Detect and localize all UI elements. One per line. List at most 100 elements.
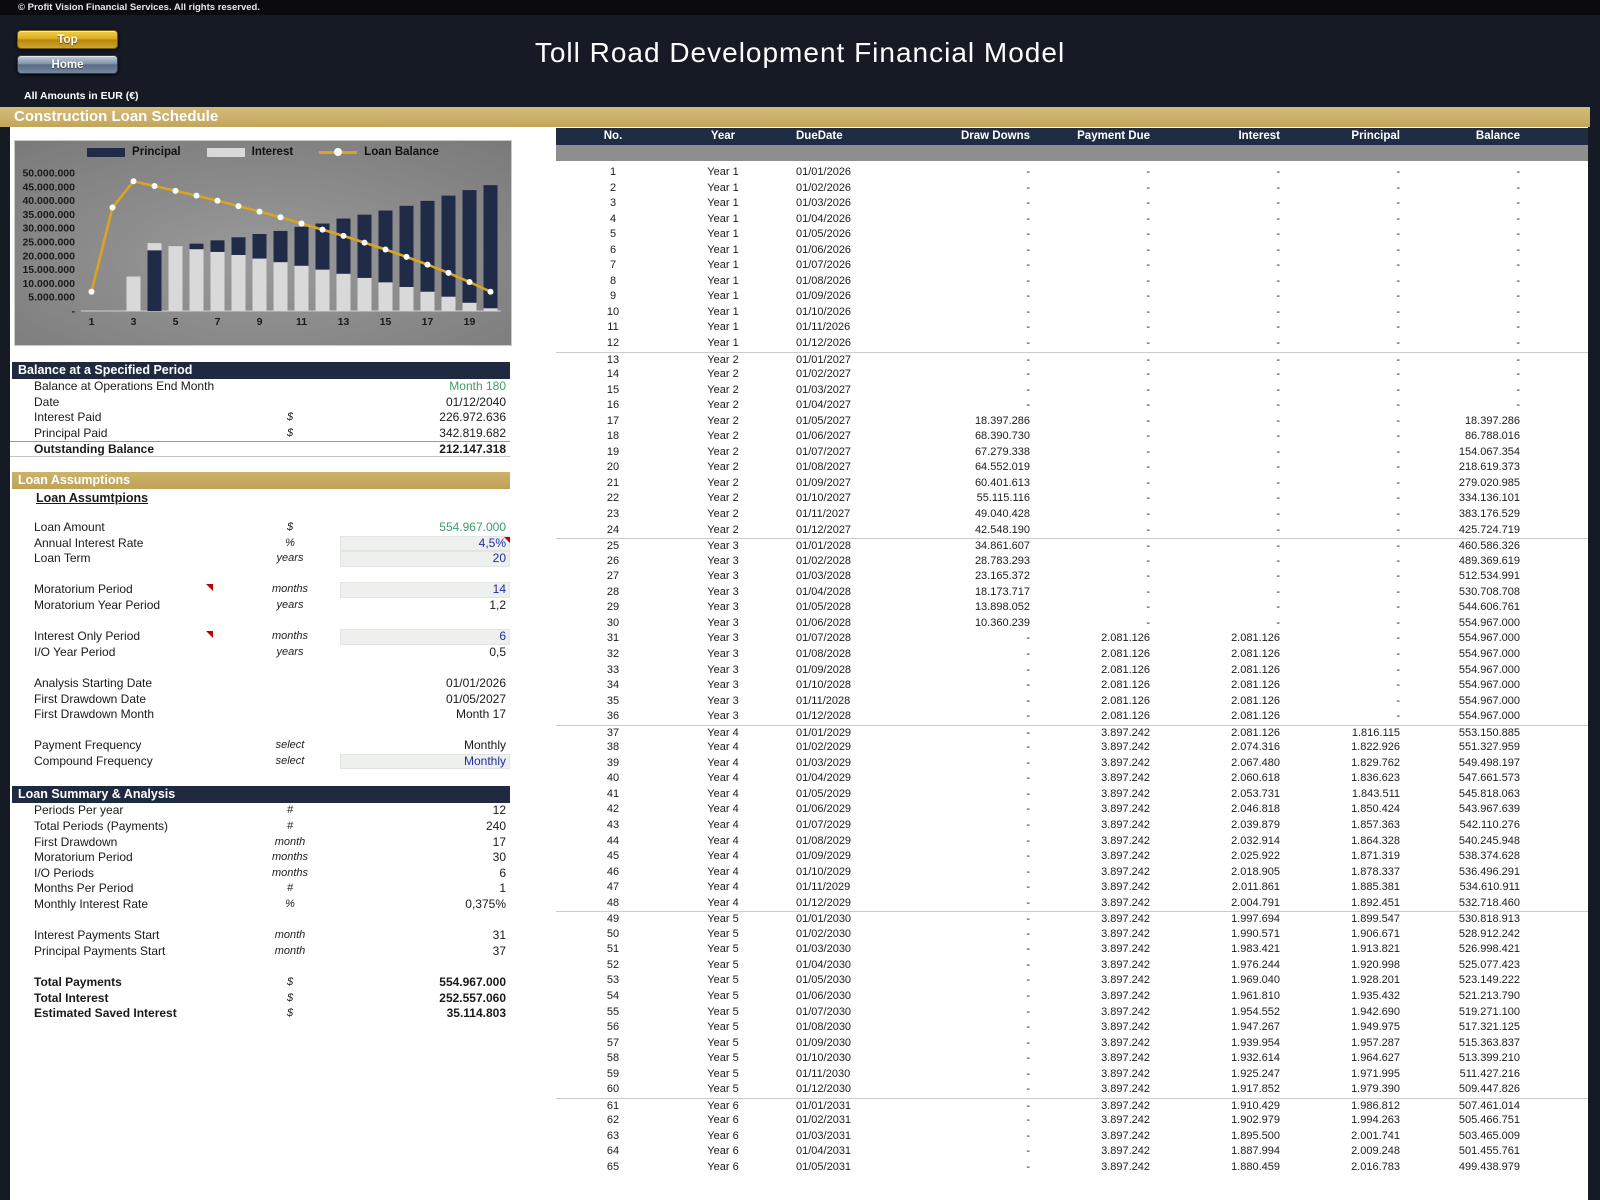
table-cell: Year 6 bbox=[707, 1129, 739, 1142]
table-cell: - bbox=[1396, 508, 1400, 521]
copyright-bar: © Profit Vision Financial Services. All … bbox=[0, 0, 1600, 15]
table-cell: - bbox=[1026, 787, 1030, 800]
table-cell: 01/11/2030 bbox=[796, 1067, 851, 1080]
table-row: 51 Year 5 01/03/2030 - 3.897.242 1.983.421 1.9… bbox=[556, 942, 1588, 958]
field-unit bbox=[240, 379, 340, 395]
comment-marker-icon bbox=[206, 631, 213, 639]
table-cell: 1.932.614 bbox=[1231, 1052, 1280, 1065]
table-row: 3 Year 1 01/03/2026 - - - - - bbox=[556, 196, 1588, 212]
table-cell: 17 bbox=[606, 414, 620, 427]
table-cell: Year 2 bbox=[707, 430, 739, 443]
table-cell: - bbox=[1276, 181, 1280, 194]
table-cell: 63 bbox=[606, 1129, 620, 1142]
table-cell: 01/02/2031 bbox=[796, 1114, 852, 1127]
input-cell[interactable]: 6 bbox=[340, 629, 510, 645]
table-cell: 01/04/2029 bbox=[796, 772, 852, 785]
table-cell: 1.983.421 bbox=[1231, 943, 1280, 956]
table-cell: 1.979.390 bbox=[1351, 1083, 1400, 1096]
table-cell: 10.360.239 bbox=[974, 616, 1030, 629]
table-cell: Year 4 bbox=[707, 865, 739, 878]
field-unit: months bbox=[271, 583, 309, 596]
table-row: 59 Year 5 01/11/2030 - 3.897.242 1.925.247 1.9… bbox=[556, 1067, 1588, 1083]
table-cell: - bbox=[1396, 570, 1400, 583]
field-label: Date bbox=[34, 394, 60, 409]
table-cell: - bbox=[1276, 228, 1280, 241]
table-cell: - bbox=[1146, 181, 1150, 194]
table-row: 48 Year 4 01/12/2029 - 3.897.242 2.004.791 1.8… bbox=[556, 896, 1588, 912]
table-cell: 554.967.000 bbox=[1458, 710, 1520, 723]
table-row: 5 Year 1 01/05/2026 - - - - - bbox=[556, 227, 1588, 243]
table-cell: 2.081.126 bbox=[1231, 710, 1280, 723]
copyright-text: © Profit Vision Financial Services. All … bbox=[18, 2, 260, 13]
table-cell: 01/02/2026 bbox=[796, 181, 852, 194]
table-cell: 01/12/2026 bbox=[796, 337, 852, 350]
field-unit: month bbox=[274, 929, 306, 942]
table-cell: - bbox=[1026, 1083, 1030, 1096]
table-cell: 3.897.242 bbox=[1101, 958, 1150, 971]
table-cell: 01/04/2030 bbox=[796, 958, 852, 971]
value-cell: 554.967.000 bbox=[439, 519, 506, 534]
table-cell: 12 bbox=[606, 337, 620, 350]
value-cell: Month 17 bbox=[455, 707, 506, 722]
table-row: 6 Year 1 01/06/2026 - - - - - bbox=[556, 243, 1588, 259]
table-cell: 530.818.913 bbox=[1458, 913, 1520, 926]
table-cell: Year 4 bbox=[707, 850, 739, 863]
table-cell: 1.969.040 bbox=[1231, 974, 1280, 987]
table-cell: - bbox=[1396, 523, 1400, 536]
table-cell: 1.976.244 bbox=[1231, 958, 1280, 971]
input-cell[interactable]: 4,5% bbox=[340, 535, 510, 552]
table-cell: - bbox=[1026, 1067, 1030, 1080]
table-cell: - bbox=[1146, 540, 1150, 553]
table-cell: 58 bbox=[606, 1052, 620, 1065]
table-cell: 01/12/2029 bbox=[796, 896, 852, 909]
table-cell: 3 bbox=[609, 197, 617, 210]
table-cell: - bbox=[1396, 430, 1400, 443]
table-cell: 01/02/2030 bbox=[796, 927, 852, 940]
table-cell: 3.897.242 bbox=[1101, 896, 1150, 909]
table-cell: 30 bbox=[606, 616, 620, 629]
table-cell: - bbox=[1026, 913, 1030, 926]
table-cell: 3.897.242 bbox=[1101, 803, 1150, 816]
table-row: 16 Year 2 01/04/2027 - - - - - bbox=[556, 398, 1588, 414]
table-row: 56 Year 5 01/08/2030 - 3.897.242 1.947.267 1.9… bbox=[556, 1020, 1588, 1036]
table-cell: - bbox=[1516, 321, 1520, 334]
table-cell: - bbox=[1146, 197, 1150, 210]
table-cell: 24 bbox=[606, 523, 620, 536]
table-cell: - bbox=[1516, 259, 1520, 272]
field-label: Moratorium Year Period bbox=[34, 597, 161, 612]
field-row: Interest Paid $226.972.636 bbox=[10, 410, 510, 426]
table-cell: - bbox=[1026, 383, 1030, 396]
table-cell: Year 1 bbox=[707, 274, 739, 287]
table-cell: - bbox=[1276, 554, 1280, 567]
table-cell: 01/03/2027 bbox=[796, 383, 852, 396]
field-label: Monthly Interest Rate bbox=[34, 897, 149, 912]
input-cell[interactable]: 14 bbox=[340, 582, 510, 598]
table-cell: 2.081.126 bbox=[1101, 694, 1150, 707]
field-row: Total Interest $252.557.060 bbox=[10, 991, 510, 1007]
table-row: 41 Year 4 01/05/2029 - 3.897.242 2.053.731 1.8… bbox=[556, 787, 1588, 803]
table-cell: 1.925.247 bbox=[1231, 1067, 1280, 1080]
table-cell: Year 2 bbox=[707, 461, 739, 474]
value-cell: 17 bbox=[492, 834, 506, 849]
table-cell: - bbox=[1146, 445, 1150, 458]
table-cell: - bbox=[1026, 259, 1030, 272]
table-cell: 2.081.126 bbox=[1231, 647, 1280, 660]
table-cell: 01/11/2026 bbox=[796, 321, 851, 334]
table-row: 39 Year 4 01/03/2029 - 3.897.242 2.067.480 1.8… bbox=[556, 756, 1588, 772]
table-cell: - bbox=[1026, 305, 1030, 318]
table-cell: Year 3 bbox=[707, 601, 739, 614]
table-cell: 1.935.432 bbox=[1351, 989, 1400, 1002]
table-cell: - bbox=[1396, 414, 1400, 427]
table-cell: 62 bbox=[606, 1114, 620, 1127]
table-cell: Year 4 bbox=[707, 741, 739, 754]
table-cell: 554.967.000 bbox=[1458, 632, 1520, 645]
input-cell[interactable]: 20 bbox=[340, 551, 510, 567]
input-cell[interactable]: Monthly bbox=[340, 753, 510, 770]
table-row: 50 Year 5 01/02/2030 - 3.897.242 1.990.571 1.9… bbox=[556, 927, 1588, 943]
table-cell: - bbox=[1396, 166, 1400, 178]
table-cell: - bbox=[1026, 181, 1030, 194]
table-cell: Year 3 bbox=[707, 570, 739, 583]
table-cell: 2.081.126 bbox=[1231, 694, 1280, 707]
svg-text:50.000.000: 50.000.000 bbox=[22, 168, 75, 180]
table-row: 22 Year 2 01/10/2027 55.115.116 - - - 334.136.1… bbox=[556, 491, 1588, 507]
